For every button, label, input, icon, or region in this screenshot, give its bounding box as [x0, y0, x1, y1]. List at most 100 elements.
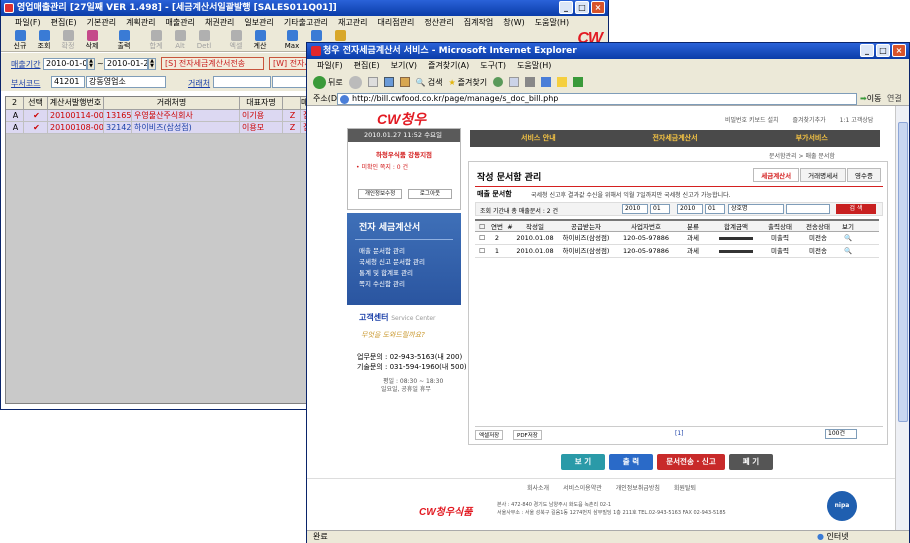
grid-header-invoice-no[interactable]: 계산서발행번호: [48, 97, 104, 110]
menu-aggregate[interactable]: 집계작업: [464, 16, 493, 30]
tab-receipt[interactable]: 영수증: [847, 168, 881, 182]
word-icon[interactable]: [541, 77, 552, 87]
checkmark-icon[interactable]: ✔: [24, 110, 48, 122]
list-item[interactable]: ☐ 2 2010.01.08 하이비즈(삼성점) 120-05-97886 과세…: [475, 232, 879, 245]
toolbar-calc-button[interactable]: 계산: [249, 30, 271, 51]
discard-button[interactable]: 폐 기: [729, 454, 773, 470]
site-logo[interactable]: CW청우: [377, 109, 426, 129]
ie-menu-view[interactable]: 보기(V): [391, 59, 417, 72]
go-button[interactable]: ➡이동: [860, 92, 881, 106]
sort-select[interactable]: 상호명: [728, 204, 784, 214]
nav-item-notes[interactable]: 쪽지 수신함 관리: [347, 279, 461, 290]
profile-button[interactable]: 개인정보수정: [358, 189, 402, 199]
list-item[interactable]: ☐ 1 2010.01.08 하이비즈(삼성점) 120-05-97886 과세…: [475, 245, 879, 258]
date-from-field[interactable]: 2010-01-01: [43, 58, 87, 70]
menu-plan[interactable]: 계획관리: [126, 16, 155, 30]
print-icon[interactable]: [525, 77, 536, 87]
menu-credit[interactable]: 채권관리: [205, 16, 234, 30]
month-from-select[interactable]: 01: [650, 204, 670, 214]
stop-icon[interactable]: [367, 77, 378, 87]
grid-header-client[interactable]: 거래처명: [104, 97, 240, 110]
menu-agency[interactable]: 대리점관리: [378, 16, 415, 30]
erp-title-bar[interactable]: 영업매출관리 [27일째 VER 1.498] - [세금계산서일괄발행 [SA…: [1, 0, 608, 16]
gnb-service[interactable]: 서비스 안내: [470, 130, 607, 147]
menu-settle[interactable]: 정산관리: [424, 16, 453, 30]
search-submit-button[interactable]: 검 색: [836, 204, 876, 214]
menu-etc-out[interactable]: 기타출고관리: [284, 16, 328, 30]
ie-minimize-button[interactable]: _: [860, 44, 874, 57]
unread-notes[interactable]: • 미확인 쪽지 : 0 건: [356, 162, 460, 171]
date-to-spinner[interactable]: ▲ ▼: [148, 58, 156, 70]
per-page-select[interactable]: 100건: [825, 429, 857, 439]
grid-header-rep[interactable]: 대표자명: [240, 97, 283, 110]
ie-title-bar[interactable]: 청우 전자세금계산서 서비스 - Microsoft Internet Expl…: [307, 43, 909, 59]
nav-item-stats[interactable]: 통계 및 합계표 관리: [347, 268, 461, 279]
ie-maximize-button[interactable]: □: [876, 44, 890, 57]
close-button[interactable]: ×: [591, 1, 605, 14]
menu-basic[interactable]: 기본관리: [87, 16, 116, 30]
url-input[interactable]: http://bill.cwfood.co.kr/page/manage/s_d…: [337, 93, 857, 105]
view-button[interactable]: 보 기: [561, 454, 605, 470]
date-from-spinner[interactable]: ▲ ▼: [87, 58, 95, 70]
year-to-select[interactable]: 2010: [677, 204, 703, 214]
menu-help[interactable]: 도움말(H): [535, 16, 569, 30]
check-all-icon[interactable]: ☐: [475, 221, 489, 231]
nav-item-sales[interactable]: 매출 문서함 관리: [347, 246, 461, 257]
ie-menu-edit[interactable]: 편집(E): [354, 59, 380, 72]
ie-menu-tools[interactable]: 도구(T): [480, 59, 506, 72]
year-from-select[interactable]: 2010: [622, 204, 648, 214]
toolbar-print-button[interactable]: 출력: [113, 30, 135, 51]
menu-file[interactable]: 파일(F): [15, 16, 41, 30]
page-scrollbar[interactable]: [895, 106, 909, 530]
pdf-save-button[interactable]: PDF저장: [513, 430, 542, 440]
pager[interactable]: [1]: [675, 430, 684, 437]
checkmark-icon[interactable]: ✔: [24, 122, 48, 134]
favorites-button[interactable]: ★ 즐겨찾기: [448, 77, 487, 88]
toolbar-max-button[interactable]: Max: [281, 30, 303, 51]
gnb-extra[interactable]: 부가서비스: [743, 130, 880, 147]
date-to-field[interactable]: 2010-01-27: [104, 58, 148, 70]
excel-save-button[interactable]: 엑셀저장: [475, 430, 504, 440]
send-etax2-button[interactable]: [W] 전자세: [269, 57, 309, 70]
send-report-button[interactable]: 문서전송 · 신고: [657, 454, 725, 470]
keyword-input[interactable]: [786, 204, 830, 214]
folder-icon[interactable]: [557, 77, 568, 87]
tab-statement[interactable]: 거래명세서: [800, 168, 847, 182]
dept-code-field[interactable]: 41201: [51, 76, 85, 88]
gnb-etax[interactable]: 전자세금계산서: [607, 130, 744, 147]
scroll-thumb[interactable]: [898, 122, 908, 422]
toolbar-trash-button[interactable]: 삭제: [81, 30, 103, 51]
toolbar-search-button[interactable]: 조회: [33, 30, 55, 51]
row-checkbox[interactable]: ☐: [475, 232, 489, 244]
back-button[interactable]: 뒤로: [313, 75, 343, 89]
home-icon[interactable]: [399, 77, 410, 87]
print-button[interactable]: 출 력: [609, 454, 653, 470]
view-magnifier-icon[interactable]: 🔍: [837, 232, 859, 244]
menu-daily[interactable]: 일보관리: [244, 16, 273, 30]
maximize-button[interactable]: □: [575, 1, 589, 14]
media-icon[interactable]: [493, 77, 504, 87]
row-checkbox[interactable]: ☐: [475, 245, 489, 257]
grid-header-select[interactable]: 선택: [24, 97, 48, 110]
logout-button[interactable]: 로그아웃: [408, 189, 452, 199]
refresh-icon[interactable]: [383, 77, 394, 87]
ie-menu-favorites[interactable]: 즐겨찾기(A): [428, 59, 469, 72]
menu-stock[interactable]: 재고관리: [338, 16, 367, 30]
menu-sales[interactable]: 매출관리: [166, 16, 195, 30]
mail-icon[interactable]: [509, 77, 520, 87]
client-code-field[interactable]: [213, 76, 271, 88]
ie-menu-help[interactable]: 도움말(H): [517, 59, 551, 72]
search-button[interactable]: 🔍 검색: [416, 77, 443, 88]
menu-window[interactable]: 창(W): [503, 16, 525, 30]
forward-button[interactable]: [348, 75, 362, 89]
nav-item-nts[interactable]: 국세청 신고 문서함 관리: [347, 257, 461, 268]
view-magnifier-icon[interactable]: 🔍: [837, 245, 859, 257]
ie-close-button[interactable]: ×: [892, 44, 906, 57]
tab-tax-invoice[interactable]: 세금계산서: [753, 168, 800, 182]
toolbar-new-button[interactable]: 신규: [9, 30, 31, 51]
ie-menu-file[interactable]: 파일(F): [317, 59, 343, 72]
menu-edit[interactable]: 편집(E): [51, 16, 77, 30]
month-to-select[interactable]: 01: [705, 204, 725, 214]
minimize-button[interactable]: _: [559, 1, 573, 14]
links-label[interactable]: 연결: [887, 92, 902, 106]
